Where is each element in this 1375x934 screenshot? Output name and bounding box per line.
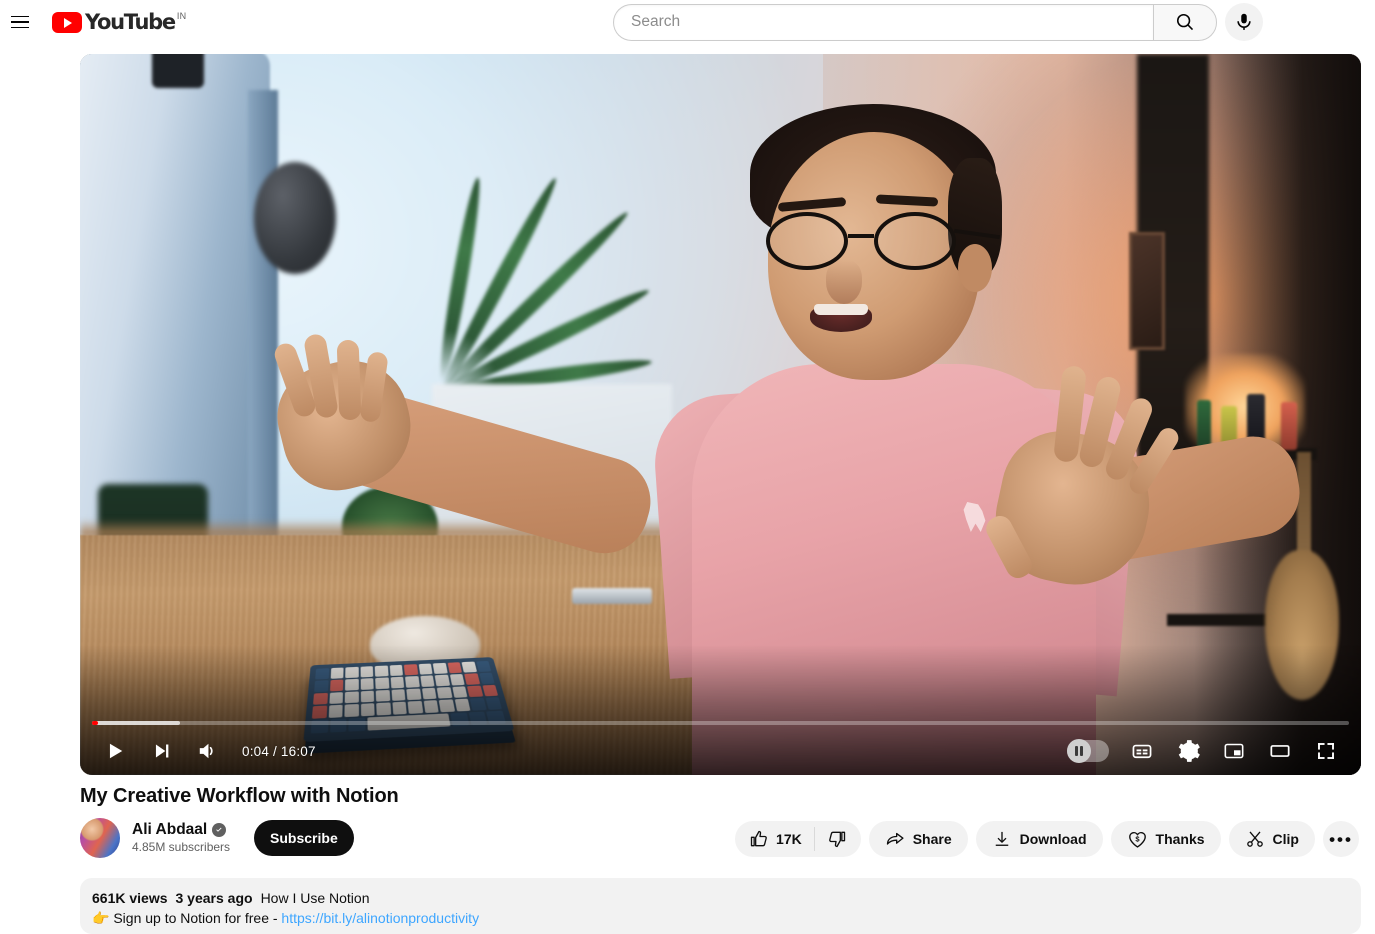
next-video-button[interactable] (138, 727, 184, 775)
fullscreen-button[interactable] (1303, 727, 1349, 775)
microphone-icon (1237, 13, 1251, 30)
teeth (814, 304, 868, 315)
description-link[interactable]: https://bit.ly/alinotionproductivity (281, 910, 479, 926)
autoplay-toggle[interactable] (1067, 739, 1109, 763)
search-input[interactable] (631, 13, 1153, 31)
theater-mode-button[interactable] (1257, 727, 1303, 775)
description-box[interactable]: 661K views 3 years ago How I Use Notion … (80, 878, 1361, 934)
youtube-logo-text: YouTube (85, 10, 176, 34)
dislike-button[interactable] (827, 829, 847, 849)
progress-buffered (92, 721, 180, 725)
download-button[interactable]: Download (975, 821, 1103, 857)
nose (826, 260, 862, 304)
description-body-text: Sign up to Notion for free - (113, 910, 282, 926)
like-count: 17K (776, 831, 802, 847)
progress-bar[interactable] (92, 721, 1349, 725)
youtube-logo[interactable]: YouTube IN (52, 10, 186, 34)
monitor-side-edge (248, 90, 278, 570)
player-control-bar: 0:04 / 16:07 (80, 711, 1361, 775)
autoplay-knob-pause-icon (1067, 739, 1091, 763)
verified-badge-icon (212, 823, 227, 838)
search-submit-button[interactable] (1153, 3, 1217, 41)
person-in-video (266, 94, 1340, 775)
progress-track (92, 721, 1349, 725)
video-actions-row: 17K Share Download $ Thanks Clip ••• (735, 821, 1359, 857)
page-title: My Creative Workflow with Notion (80, 785, 399, 807)
more-actions-icon: ••• (1329, 829, 1353, 849)
share-button[interactable]: Share (868, 821, 968, 857)
progress-played (92, 721, 98, 725)
thumbs-down-icon (828, 831, 845, 848)
search-box[interactable] (613, 3, 1153, 41)
view-count: 661K views (92, 890, 168, 906)
guide-menu-button[interactable] (0, 2, 40, 42)
subscriber-count: 4.85M subscribers (132, 840, 231, 855)
channel-name-link[interactable]: Ali Abdaal (132, 820, 230, 840)
thanks-button[interactable]: $ Thanks (1110, 821, 1221, 857)
closed-captions-icon (1132, 744, 1152, 759)
next-track-icon (155, 744, 169, 758)
youtube-country-code: IN (176, 11, 187, 21)
clip-button[interactable]: Clip (1228, 821, 1315, 857)
play-button[interactable] (92, 727, 138, 775)
scissors-clip-icon (1246, 831, 1263, 847)
volume-button[interactable] (184, 727, 230, 775)
settings-gear-icon (1178, 740, 1200, 762)
like-button[interactable]: 17K (749, 829, 802, 849)
captions-button[interactable] (1119, 727, 1165, 775)
description-first-line: 👉 Sign up to Notion for free - https://b… (92, 910, 1349, 927)
search-area (613, 3, 1263, 41)
volume-icon (199, 743, 213, 759)
like-divider (813, 827, 815, 851)
description-hashtag[interactable]: How I Use Notion (261, 890, 370, 906)
search-icon (1176, 13, 1194, 31)
eyeglasses (766, 212, 1001, 270)
more-actions-button[interactable]: ••• (1323, 821, 1359, 857)
thanks-heart-dollar-icon: $ (1128, 831, 1146, 848)
publish-date: 3 years ago (175, 890, 253, 906)
masthead-header: YouTube IN (0, 0, 1375, 44)
video-frame (80, 54, 1361, 775)
thumbs-up-icon (750, 830, 767, 847)
clip-label: Clip (1272, 831, 1299, 847)
channel-name-text: Ali Abdaal (132, 821, 208, 839)
video-player[interactable]: 0:04 / 16:07 (80, 54, 1361, 775)
miniplayer-button[interactable] (1211, 727, 1257, 775)
download-label: Download (1019, 831, 1087, 847)
share-label: Share (912, 831, 952, 847)
player-buttons-row: 0:04 / 16:07 (80, 727, 1361, 775)
miniplayer-icon (1224, 743, 1244, 759)
theater-mode-icon (1270, 745, 1290, 757)
like-dislike-group: 17K (735, 821, 861, 857)
svg-text:$: $ (1135, 834, 1140, 843)
owner-row: Ali Abdaal 4.85M subscribers Subscribe (80, 818, 354, 858)
voice-search-button[interactable] (1225, 3, 1263, 41)
pointer-emoji-icon: 👉 (92, 910, 110, 926)
fullscreen-icon (1318, 743, 1334, 759)
download-icon (995, 831, 1008, 846)
description-meta: 661K views 3 years ago How I Use Notion (92, 890, 1349, 906)
left-finger-3 (336, 339, 362, 421)
play-icon (109, 743, 123, 759)
thanks-label: Thanks (1155, 831, 1205, 847)
avatar[interactable] (80, 818, 120, 858)
monitor-webcam-clip (152, 54, 204, 88)
time-display: 0:04 / 16:07 (242, 743, 316, 759)
hamburger-menu-icon (11, 15, 29, 29)
settings-button[interactable] (1165, 727, 1211, 775)
owner-text-block: Ali Abdaal 4.85M subscribers (132, 820, 230, 855)
subscribe-button[interactable]: Subscribe (254, 820, 354, 856)
share-arrow-icon (886, 832, 904, 845)
youtube-play-icon (52, 12, 82, 33)
